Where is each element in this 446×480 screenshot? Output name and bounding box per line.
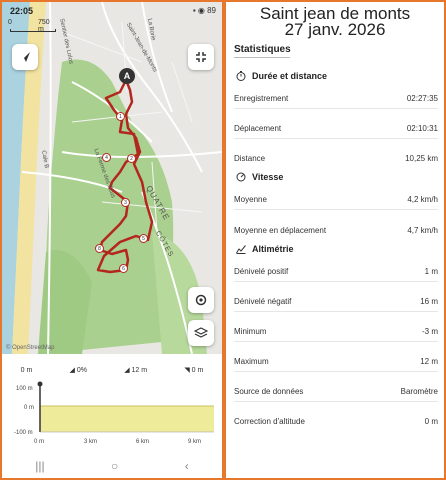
stat-label: Dénivelé positif (234, 267, 289, 276)
stat-row-minimum: Minimum -3 m (234, 322, 438, 342)
section-duration-label: Durée et distance (252, 71, 328, 81)
status-icons: ▪ ◉ 89 (192, 6, 216, 15)
stat-label: Moyenne (234, 195, 267, 204)
stat-value: 1 m (424, 267, 438, 276)
stat-label: Déplacement (234, 124, 282, 133)
stat-descent: ◥ 0 m (184, 367, 204, 374)
map-attribution: © OpenStreetMap (6, 345, 55, 351)
elevation-chart[interactable]: 100 m 0 m -100 m 0 m 3 km 6 km 9 km (2, 380, 222, 448)
stat-label: Maximum (234, 357, 269, 366)
elev-x-9: 9 km (188, 439, 201, 445)
stat-row-moving-average: Moyenne en déplacement 4,7 km/h (234, 220, 438, 240)
stat-row-moving: Déplacement 02:10:31 (234, 119, 438, 139)
waypoint-marker[interactable]: 5 (139, 234, 148, 243)
waypoint-marker[interactable]: 4 (102, 153, 111, 162)
home-button[interactable]: ○ (111, 459, 118, 473)
map-view[interactable]: 22:05 ▪ ◉ 89 0 750 m Sentier des Lolos L… (2, 2, 222, 354)
stat-label: Minimum (234, 327, 267, 336)
stat-value: 10,25 km (405, 153, 438, 163)
stat-row-descent: Dénivelé négatif 16 m (234, 292, 438, 312)
stat-row-data-source: Source de données Baromètre (234, 382, 438, 402)
start-marker[interactable]: A (119, 68, 135, 84)
settings-button[interactable] (188, 287, 214, 313)
stat-label: Enregistrement (234, 94, 289, 103)
stat-label: Correction d'altitude (234, 416, 305, 426)
stat-distance: 0 m (20, 366, 33, 374)
stat-value: Baromètre (400, 387, 438, 396)
status-time: 22:05 (10, 6, 34, 16)
elev-x-6: 6 km (136, 439, 149, 445)
stat-row-recording: Enregistrement 02:27:35 (234, 89, 438, 109)
section-duration: Durée et distance (236, 71, 327, 81)
stat-value: 02:10:31 (406, 124, 438, 133)
stat-ascent: ◢ 12 m (124, 367, 148, 374)
locate-button[interactable] (12, 44, 38, 70)
track-stats-bar: 0 m ◢ 0% ◢ 12 m ◥ 0 m (2, 362, 222, 378)
elev-y-top: 100 m (16, 386, 33, 392)
scale-start-label: 0 (8, 19, 12, 26)
stopwatch-icon (236, 71, 246, 81)
elevation-area (40, 406, 214, 432)
stat-value: 12 m (420, 357, 438, 366)
statistics-header: Statistiques (234, 44, 291, 55)
altitude-chart-icon (236, 245, 246, 254)
stat-row-distance: Distance 10,25 km (234, 148, 438, 168)
stat-value: -3 m (422, 327, 438, 336)
track-date: 27 janv. 2026 (284, 20, 386, 39)
layers-button[interactable] (188, 320, 214, 346)
map-app-screen: 22:05 ▪ ◉ 89 0 750 m Sentier des Lolos L… (0, 0, 224, 480)
stat-label: Dénivelé négatif (234, 297, 292, 306)
stat-row-ascent: Dénivelé positif 1 m (234, 262, 438, 282)
section-speed-label: Vitesse (252, 172, 284, 182)
waypoint-marker[interactable]: 3 (121, 198, 130, 207)
waypoint-marker[interactable]: 2 (127, 154, 136, 163)
navigation-arrow-icon (20, 52, 30, 62)
section-altitude-label: Altimétrie (252, 244, 294, 254)
start-marker-label: A (123, 71, 131, 81)
waypoint-marker[interactable]: 1 (116, 112, 125, 121)
stat-label: Moyenne en déplacement (234, 225, 327, 235)
waypoint-marker[interactable]: 8 (95, 244, 104, 253)
stat-row-maximum: Maximum 12 m (234, 352, 438, 372)
stat-label: Source de données (234, 387, 304, 396)
stat-value: 4,7 km/h (407, 225, 438, 235)
stat-grade: ◢ 0% (69, 367, 87, 374)
stat-row-average: Moyenne 4,2 km/h (234, 190, 438, 210)
statistics-screen: Saint jean de monts 27 janv. 2026 Statis… (224, 0, 446, 480)
stat-value: 4,2 km/h (407, 195, 438, 204)
android-nav-bar: ||| ○ ‹ (2, 454, 222, 478)
back-button[interactable]: ‹ (185, 459, 189, 473)
fullscreen-button[interactable] (188, 44, 214, 70)
elev-y-bottom: -100 m (14, 430, 33, 436)
stat-row-altitude-correction: Correction d'altitude 0 m (234, 411, 438, 431)
stat-value: 0 m (424, 416, 438, 426)
header-underline (234, 57, 290, 58)
stat-label: Distance (234, 153, 266, 163)
speedometer-icon (236, 172, 246, 182)
gear-icon (195, 294, 207, 306)
elev-x-0: 0 m (34, 439, 44, 445)
section-speed: Vitesse (236, 172, 283, 182)
scale-bar (10, 29, 56, 32)
recent-apps-button[interactable]: ||| (35, 459, 44, 473)
stat-value: 16 m (420, 297, 438, 306)
elev-x-3: 3 km (84, 439, 97, 445)
section-altitude: Altimétrie (236, 244, 294, 254)
waypoint-marker[interactable]: 6 (119, 264, 128, 273)
collapse-icon (196, 52, 206, 62)
layers-icon (194, 327, 208, 338)
elev-y-zero: 0 m (24, 405, 34, 411)
elevation-svg: 100 m 0 m -100 m 0 m 3 km 6 km 9 km (14, 381, 214, 445)
stat-value: 02:27:35 (406, 94, 438, 103)
